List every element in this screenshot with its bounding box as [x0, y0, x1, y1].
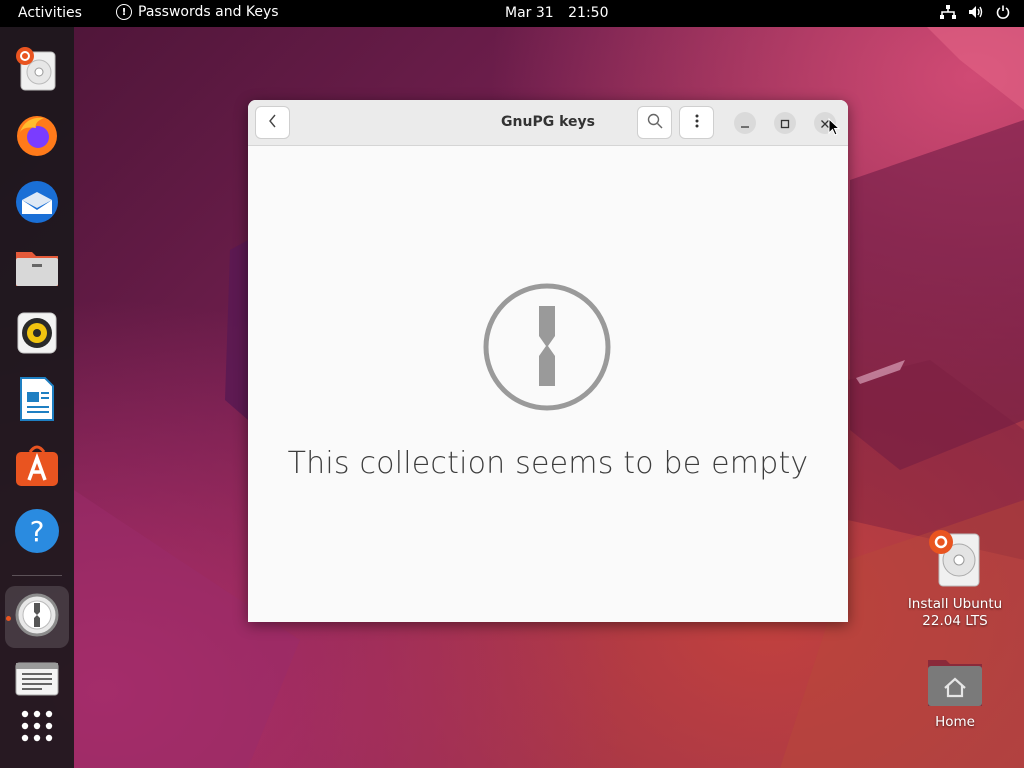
- date-time-button[interactable]: Mar 31 21:50: [505, 5, 609, 21]
- svg-text:?: ?: [30, 515, 45, 548]
- dock-item-thunderbird[interactable]: [5, 172, 69, 234]
- minimize-icon: [740, 114, 750, 133]
- seahorse-icon: [15, 593, 59, 641]
- seahorse-keyhole-icon: [482, 282, 612, 416]
- maximize-button[interactable]: [774, 112, 796, 134]
- date-label: Mar 31: [505, 5, 554, 21]
- dock-item-install-ubuntu[interactable]: [5, 40, 69, 102]
- desktop-icon-install-ubuntu[interactable]: Install Ubuntu 22.04 LTS: [900, 528, 1010, 630]
- network-icon: [940, 5, 956, 19]
- activities-button[interactable]: Activities: [18, 5, 82, 21]
- dock-item-show-apps[interactable]: [5, 697, 69, 759]
- help-icon: ?: [14, 508, 60, 558]
- power-icon: [996, 5, 1010, 19]
- mouse-pointer-icon: [828, 117, 841, 140]
- top-bar: Activities ! Passwords and Keys Mar 31 2…: [0, 0, 1024, 27]
- desktop-icon-home[interactable]: Home: [900, 656, 1010, 731]
- app-menu[interactable]: ! Passwords and Keys: [116, 4, 279, 20]
- desktop-icon-label: 22.04 LTS: [922, 613, 988, 629]
- dock-item-rhythmbox[interactable]: [5, 304, 69, 366]
- empty-message: This collection seems to be empty: [287, 446, 809, 481]
- seahorse-window: GnuPG keys This collection seems to be e…: [248, 100, 848, 622]
- ubuntu-installer-icon: [15, 46, 59, 96]
- minimize-button[interactable]: [734, 112, 756, 134]
- files-icon: [14, 246, 60, 292]
- dock: ?: [0, 27, 74, 768]
- dock-item-firefox[interactable]: [5, 106, 69, 168]
- main-menu-button[interactable]: [679, 106, 714, 139]
- dock-separator: [12, 575, 62, 576]
- dock-item-libreoffice-writer[interactable]: [5, 370, 69, 432]
- ubuntu-installer-icon: [900, 528, 1010, 590]
- rhythmbox-icon: [16, 311, 58, 359]
- app-center-icon: [14, 442, 60, 492]
- firefox-icon: [14, 112, 60, 162]
- system-tray[interactable]: [940, 5, 1010, 19]
- dock-item-app-center[interactable]: [5, 436, 69, 498]
- app-grid-icon: [20, 709, 54, 747]
- info-icon: !: [116, 4, 132, 20]
- thunderbird-icon: [13, 178, 61, 228]
- maximize-icon: [780, 114, 790, 133]
- app-menu-label: Passwords and Keys: [138, 4, 279, 20]
- search-icon: [647, 113, 663, 133]
- home-folder-icon: [900, 656, 1010, 708]
- desktop-icon-label: Home: [935, 714, 975, 730]
- header-bar: GnuPG keys: [248, 100, 848, 146]
- writer-icon: [17, 376, 57, 426]
- desktop-icon-label: Install Ubuntu: [907, 596, 1003, 612]
- dock-item-help[interactable]: ?: [5, 502, 69, 564]
- kebab-menu-icon: [695, 113, 699, 132]
- empty-state: This collection seems to be empty: [248, 146, 848, 622]
- time-label: 21:50: [568, 5, 609, 21]
- running-indicator: [6, 616, 11, 621]
- dock-item-files[interactable]: [5, 238, 69, 300]
- search-button[interactable]: [637, 106, 672, 139]
- window-title: GnuPG keys: [501, 114, 595, 130]
- dock-item-passwords-and-keys[interactable]: [5, 586, 69, 648]
- volume-icon: [968, 5, 984, 19]
